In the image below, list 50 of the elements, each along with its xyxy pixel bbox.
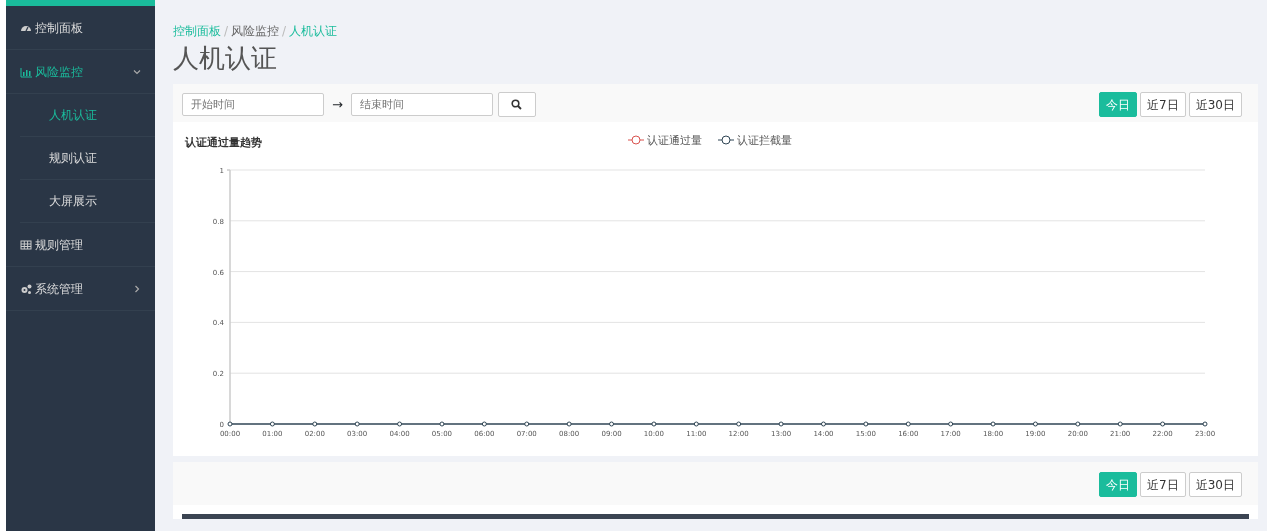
data-point [397,421,403,427]
arrow-separator: → [332,95,343,114]
breadcrumb-current: 人机认证 [289,24,338,38]
end-time-field[interactable]: 结束时间 [350,93,493,116]
data-point [948,421,954,427]
data-point [821,421,826,427]
range-button[interactable]: 近7日 [1140,92,1186,117]
data-point [609,421,614,427]
data-point [439,421,445,427]
chart-title: 认证通过量趋势 [185,136,262,149]
bar-chart-icon [20,65,32,78]
data-point [736,421,742,427]
search-button[interactable] [497,92,536,117]
data-point [778,421,784,427]
search-icon [511,99,523,110]
legend-label: 认证拦截量 [737,134,792,147]
sidebar-item-label: 规则管理 [35,236,83,254]
data-point [269,421,275,427]
legend-label: 认证通过量 [647,134,702,147]
data-point [354,421,360,427]
data-point [693,421,699,427]
breadcrumb-link[interactable]: 风险监控 [231,24,280,38]
sidebar-item-label: 系统管理 [35,280,83,298]
legend-marker[interactable] [717,135,735,145]
range-button[interactable]: 近30日 [1188,92,1242,117]
data-point [1032,421,1038,427]
data-point [990,421,996,427]
gears-icon [20,282,32,295]
legend-marker[interactable] [627,135,645,145]
page-title: 人机认证 [173,42,278,74]
sidebar-item-label: 风险监控 [35,63,83,81]
data-point [1202,421,1208,427]
data-point [312,421,318,427]
data-point [227,421,233,427]
data-point [1160,421,1166,427]
data-point [1117,421,1123,427]
data-point [863,421,869,427]
start-time-field[interactable]: 开始时间 [182,93,324,116]
data-point [905,421,911,427]
breadcrumb-separator: / [224,24,229,38]
range-button[interactable]: 近30日 [1188,472,1242,497]
data-point [566,421,572,427]
data-point [481,421,487,427]
grid-icon [20,238,32,251]
data-point [524,421,530,427]
range-button[interactable]: 近7日 [1140,472,1186,497]
data-point [1075,421,1081,427]
data-point [651,421,657,427]
breadcrumb-separator: / [282,24,287,38]
sidebar-item-label: 控制面板 [35,19,83,37]
